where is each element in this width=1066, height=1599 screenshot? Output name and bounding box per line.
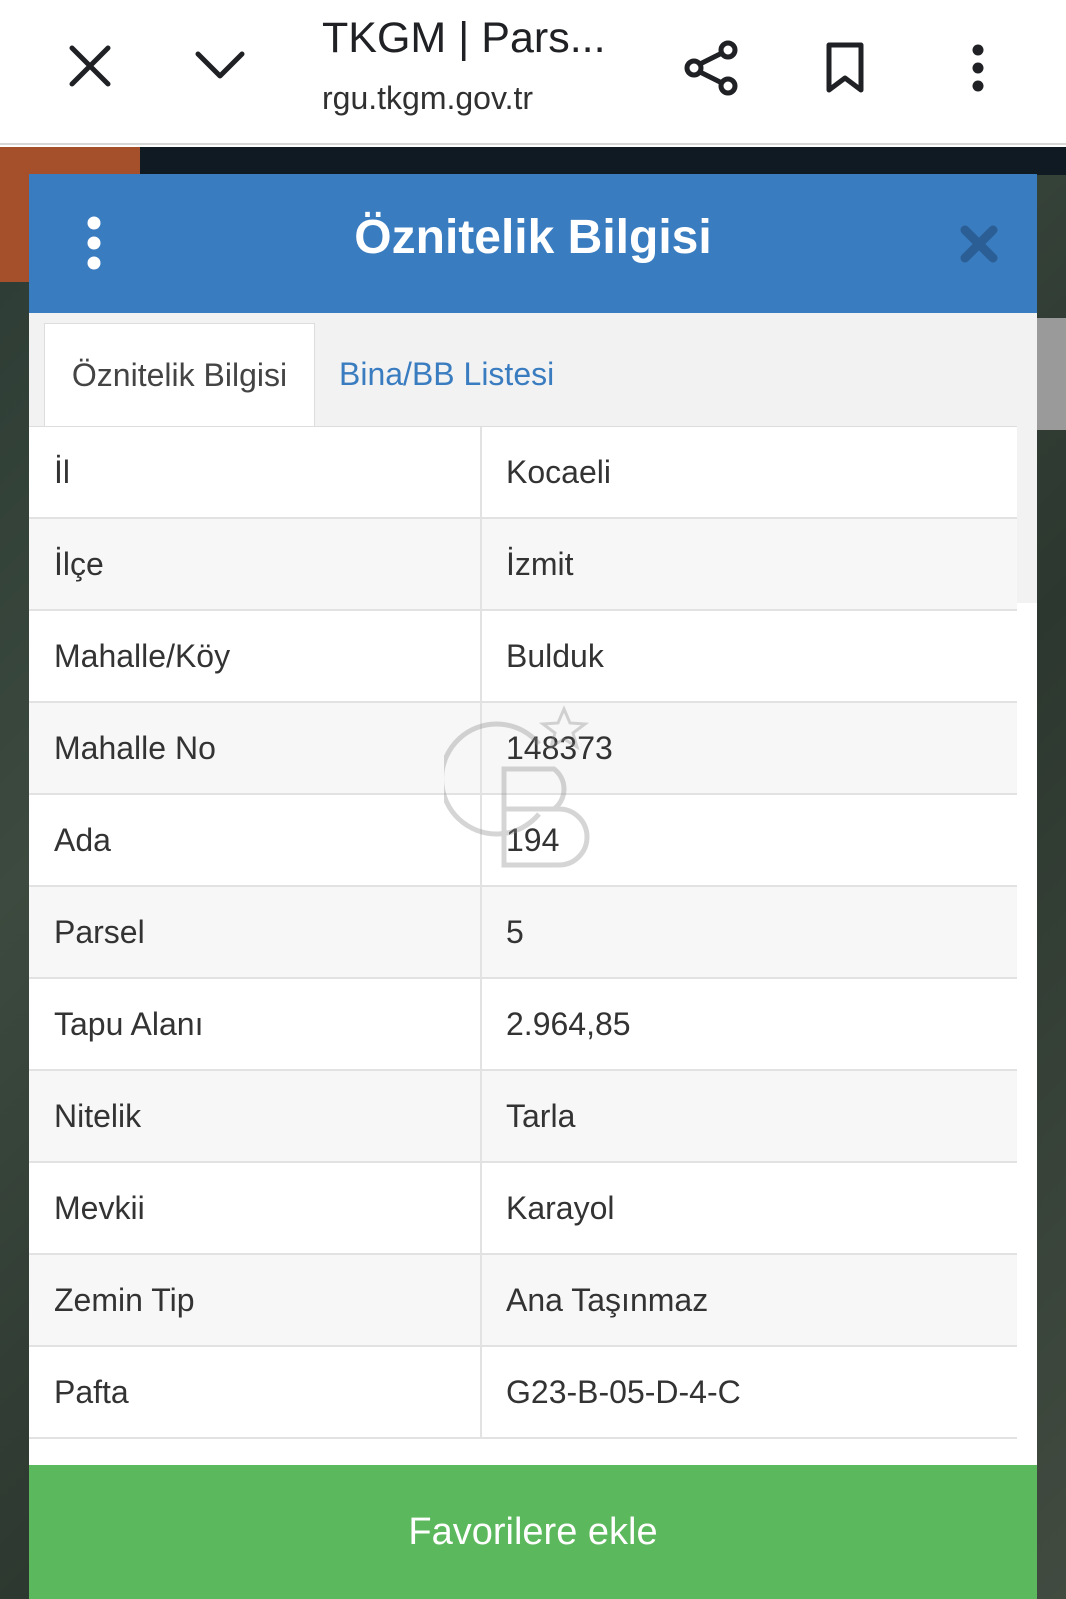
attribute-key: Parsel [29, 887, 482, 977]
table-row: İlçe İzmit [29, 519, 1017, 611]
attribute-value: İzmit [506, 545, 574, 582]
attribute-key: Tapu Alanı [29, 979, 482, 1069]
table-row: İl Kocaeli [29, 427, 1017, 519]
tab-attribute-info[interactable]: Öznitelik Bilgisi [44, 323, 315, 426]
chevron-down-icon[interactable] [190, 36, 250, 96]
attribute-key: Mahalle No [29, 703, 482, 793]
bookmark-icon[interactable] [815, 36, 875, 100]
dialog-header: Öznitelik Bilgisi [29, 174, 1037, 313]
attribute-key: Zemin Tip [29, 1255, 482, 1345]
attribute-dialog: Öznitelik Bilgisi Öznitelik Bilgisi Bina… [29, 174, 1037, 1599]
table-row: Tapu Alanı 2.964,85 [29, 979, 1017, 1071]
attribute-value: G23-B-05-D-4-C [506, 1373, 741, 1410]
more-vert-icon[interactable] [948, 36, 1008, 100]
attribute-key: İl [29, 427, 482, 517]
tab-label: Öznitelik Bilgisi [71, 356, 288, 393]
close-icon[interactable] [959, 224, 999, 264]
attribute-value: 5 [506, 913, 524, 950]
table-row: Mevkii Karayol [29, 1163, 1017, 1255]
attribute-value: 148373 [506, 729, 613, 766]
attribute-table: İl Kocaeli İlçe İzmit Mahalle/Köy Bulduk… [29, 426, 1017, 1439]
attribute-key: Pafta [29, 1347, 482, 1437]
page-url[interactable]: rgu.tkgm.gov.tr [322, 80, 533, 117]
page-title[interactable]: TKGM | Pars... [322, 14, 622, 63]
table-row: Pafta G23-B-05-D-4-C [29, 1347, 1017, 1439]
attribute-key: İlçe [29, 519, 482, 609]
add-to-favorites-button[interactable]: Favorilere ekle [29, 1465, 1037, 1599]
table-row: Mahalle No 148373 [29, 703, 1017, 795]
attribute-key: Mahalle/Köy [29, 611, 482, 701]
tab-label: Bina/BB Listesi [339, 356, 555, 392]
share-icon[interactable] [680, 36, 744, 100]
attribute-value: Bulduk [506, 637, 604, 674]
attribute-key: Ada [29, 795, 482, 885]
table-row: Ada 194 [29, 795, 1017, 887]
attribute-key: Nitelik [29, 1071, 482, 1161]
dialog-title: Öznitelik Bilgisi [354, 211, 712, 264]
scrollbar[interactable] [1036, 318, 1066, 430]
table-row: Zemin Tip Ana Taşınmaz [29, 1255, 1017, 1347]
browser-toolbar: TKGM | Pars... rgu.tkgm.gov.tr [0, 0, 1066, 145]
table-row: Mahalle/Köy Bulduk [29, 611, 1017, 703]
table-row: Parsel 5 [29, 887, 1017, 979]
attribute-key: Mevkii [29, 1163, 482, 1253]
tab-building-list[interactable]: Bina/BB Listesi [339, 323, 554, 426]
attribute-value: Ana Taşınmaz [506, 1281, 709, 1318]
table-row: Nitelik Tarla [29, 1071, 1017, 1163]
attribute-value: Tarla [506, 1097, 576, 1134]
close-icon[interactable] [60, 36, 120, 96]
attribute-value: Karayol [506, 1189, 615, 1226]
attribute-value: Kocaeli [506, 453, 611, 490]
map-top-strip [140, 147, 1066, 175]
attribute-value: 2.964,85 [506, 1005, 631, 1042]
attribute-value: 194 [506, 821, 560, 858]
